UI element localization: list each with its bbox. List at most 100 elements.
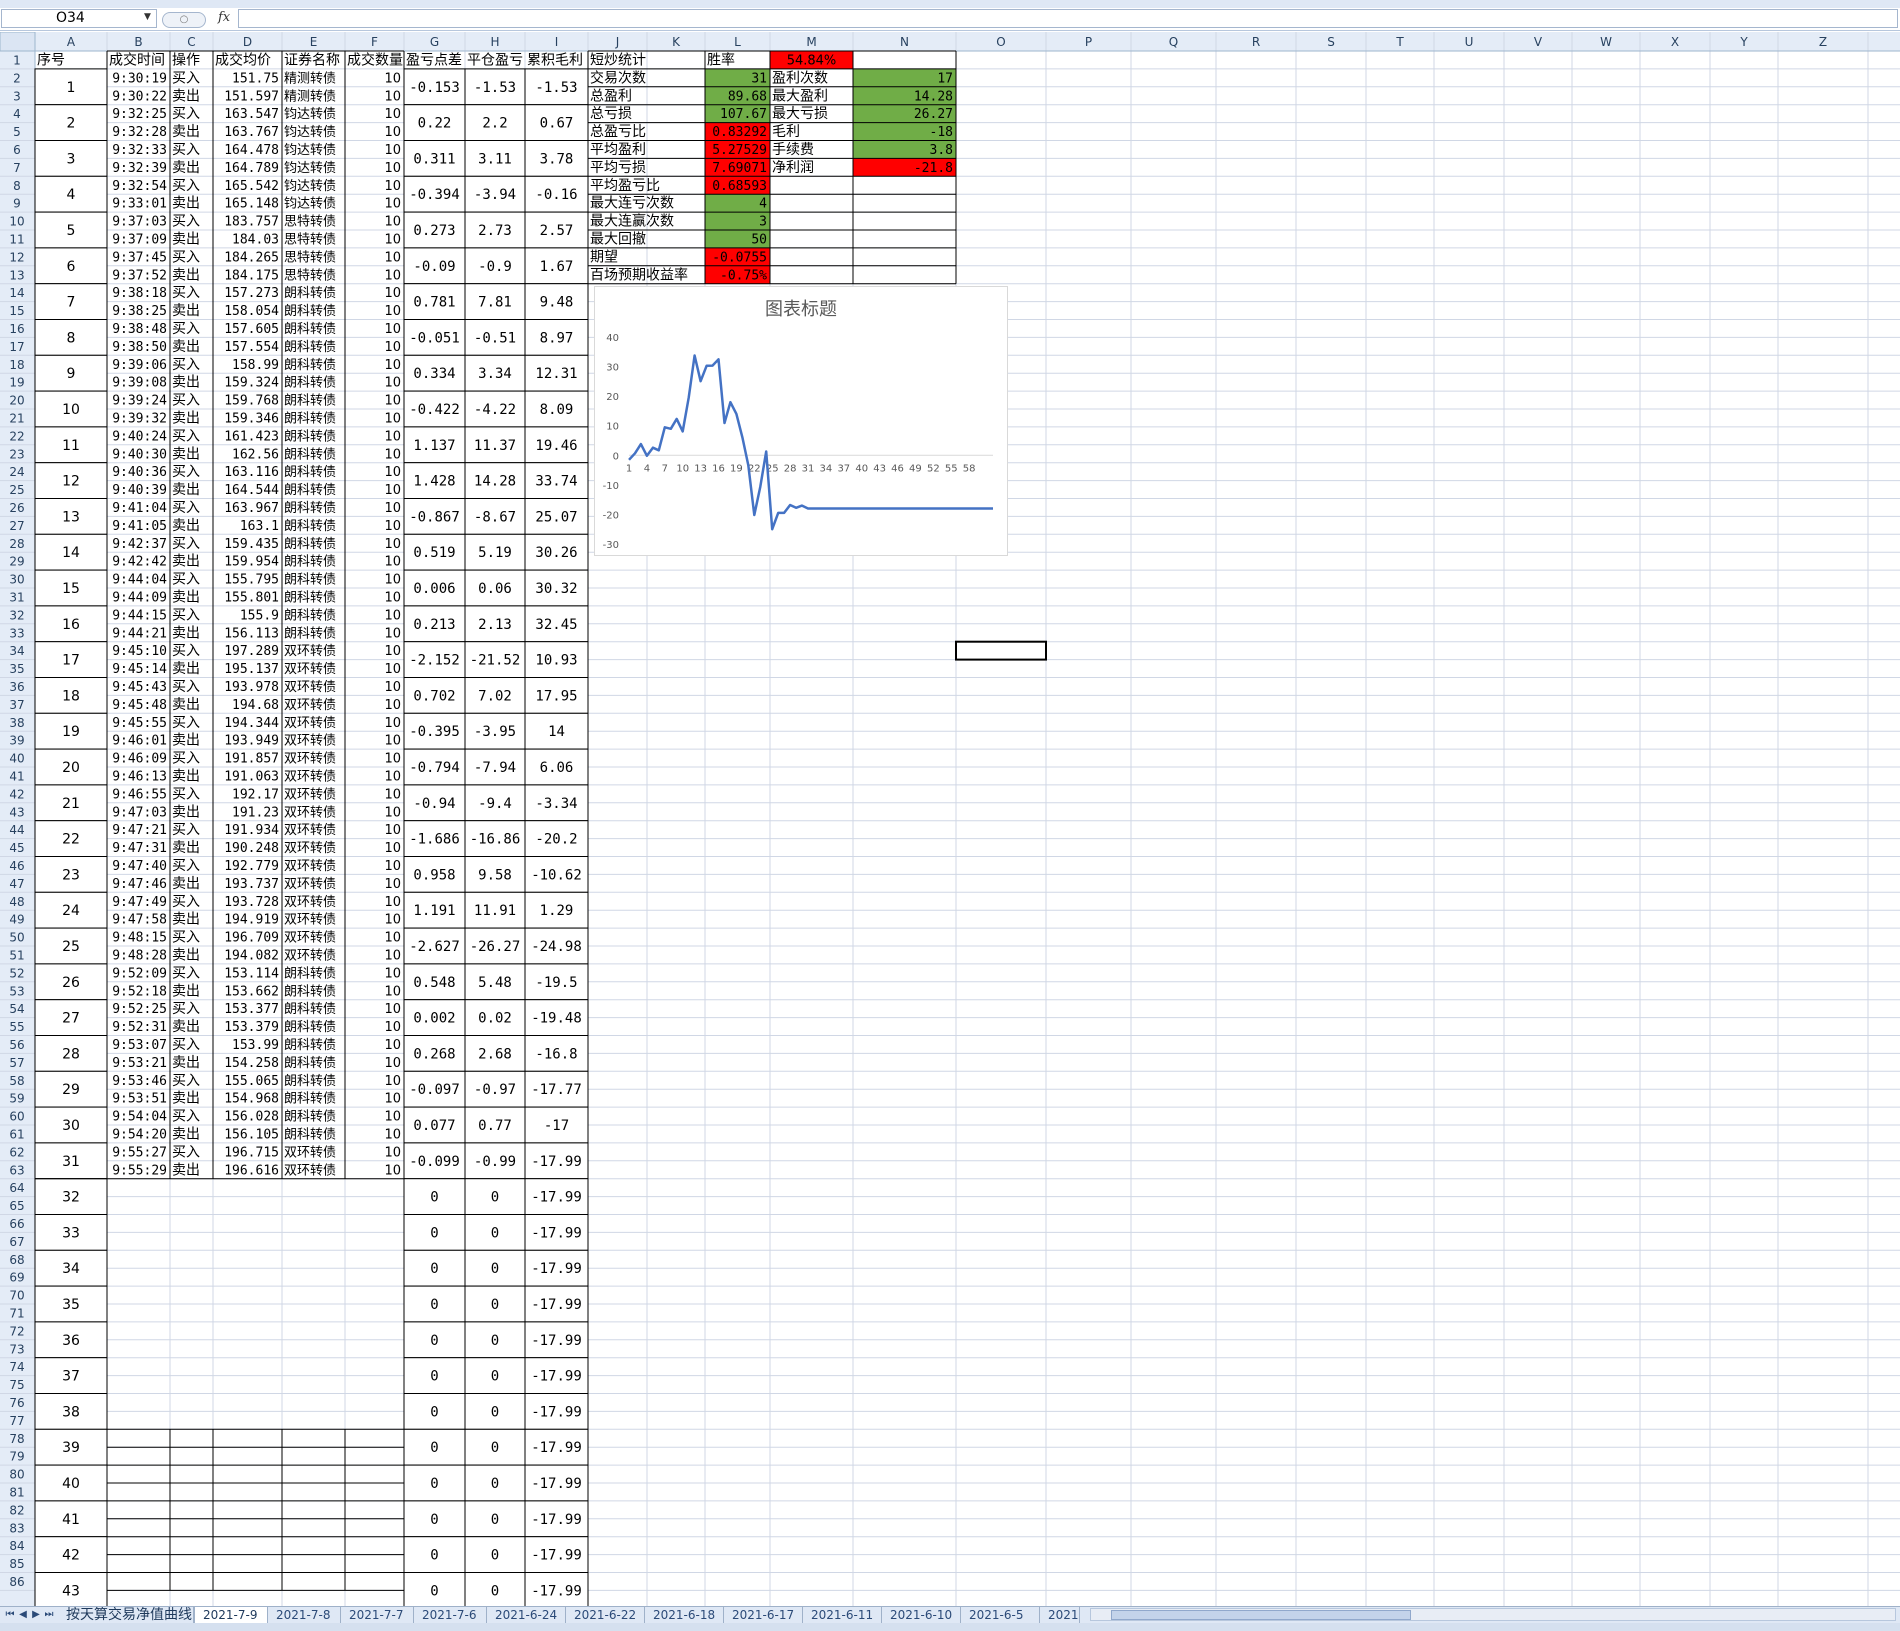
- price-cell: 158.99: [232, 358, 279, 373]
- tab-nav-button[interactable]: ▶: [30, 1608, 42, 1622]
- seq-cell: 38: [62, 1404, 80, 1420]
- action-cell: 卖出: [172, 804, 200, 820]
- close-pnl-cell: 0: [491, 1404, 499, 1420]
- action-cell: 卖出: [172, 1055, 200, 1071]
- security-cell: 朗科转债: [284, 519, 336, 534]
- spread-cell: 0.781: [413, 295, 455, 311]
- cum-profit-cell: 0.67: [540, 116, 574, 132]
- horizontal-scrollbar[interactable]: [1090, 1608, 1896, 1621]
- close-pnl-cell: 0: [491, 1440, 499, 1456]
- sheet-tab[interactable]: 2021-6-5: [961, 1607, 1040, 1623]
- x-tick-label: 58: [963, 463, 976, 474]
- stat-value: 5.27529: [712, 143, 767, 158]
- sheet-tab[interactable]: 2021-7-6: [414, 1607, 487, 1623]
- action-cell: 买入: [172, 1001, 200, 1017]
- row-header-31: 31: [9, 591, 24, 605]
- price-cell: 159.435: [224, 537, 279, 552]
- price-cell: 158.054: [224, 304, 279, 319]
- cum-profit-cell: -17.99: [531, 1512, 582, 1528]
- row-header-15: 15: [9, 304, 24, 318]
- worksheet-grid[interactable]: A B C D E F G H I J K L M N O P Q R S T U V W X Y Z12345678910111…: [0, 32, 1900, 1606]
- action-cell: 卖出: [172, 983, 200, 999]
- stat-value: -0.75%: [720, 268, 767, 283]
- spread-cell: -0.097: [409, 1082, 460, 1098]
- formula-input[interactable]: [238, 9, 1898, 28]
- action-cell: 买入: [172, 142, 200, 158]
- price-cell: 193.978: [224, 680, 279, 695]
- spread-cell: 0.958: [413, 867, 455, 883]
- row-header-33: 33: [9, 626, 24, 640]
- spread-cell: 1.137: [413, 438, 455, 454]
- sheet-tab[interactable]: 2021-6-24: [487, 1607, 566, 1623]
- column-header-A: A: [67, 35, 76, 49]
- cum-profit-cell: -17.99: [531, 1548, 582, 1564]
- time-cell: 9:54:04: [112, 1110, 167, 1125]
- y-tick-label: 10: [606, 422, 619, 433]
- qty-cell: 10: [384, 358, 401, 373]
- security-cell: 朗科转债: [284, 483, 336, 498]
- seq-cell: 28: [62, 1046, 80, 1062]
- stat-label: 平均盈亏比: [590, 178, 660, 194]
- column-header-B: B: [134, 35, 142, 49]
- fx-icon[interactable]: fx: [218, 10, 230, 25]
- cum-profit-cell: -17.99: [531, 1297, 582, 1313]
- security-cell: 双环转债: [284, 913, 336, 928]
- stat-label: 净利润: [772, 160, 814, 176]
- qty-cell: 10: [384, 1163, 401, 1178]
- sheet-tab[interactable]: 2021-6-17: [724, 1607, 803, 1623]
- cum-profit-cell: 30.26: [535, 545, 577, 561]
- tab-nav-button[interactable]: ◀: [17, 1608, 29, 1622]
- cum-profit-cell: 12.31: [535, 366, 577, 382]
- sheet-tab[interactable]: 2021-7-8: [268, 1607, 341, 1623]
- spread-cell: -0.09: [413, 259, 455, 275]
- seq-cell: 43: [62, 1583, 80, 1599]
- row-header-27: 27: [9, 519, 24, 533]
- seq-cell: 29: [62, 1082, 80, 1098]
- sheet-tab[interactable]: 2021-6-22: [566, 1607, 645, 1623]
- security-cell: 朗科转债: [284, 340, 336, 355]
- stat-label: 最大连赢次数: [590, 213, 674, 230]
- sheet-tab[interactable]: 2021-6-11: [803, 1607, 882, 1623]
- security-cell: 朗科转债: [284, 1038, 336, 1053]
- action-cell: 卖出: [172, 339, 200, 355]
- tab-nav-button[interactable]: ⏮: [4, 1608, 16, 1622]
- stat-value: 3.8: [930, 143, 953, 158]
- name-box[interactable]: O34: [1, 9, 157, 28]
- row-header-66: 66: [9, 1217, 24, 1231]
- qty-cell: 10: [384, 895, 401, 910]
- sheet-tab[interactable]: 按天算交易净值曲线: [58, 1607, 194, 1623]
- sheet-tab[interactable]: 2021-6-18: [645, 1607, 724, 1623]
- cum-profit-cell: 8.09: [540, 402, 574, 418]
- security-cell: 双环转债: [284, 644, 336, 659]
- stat-value: 26.27: [914, 107, 953, 122]
- row-header-63: 63: [9, 1163, 24, 1177]
- spread-cell: -0.153: [409, 80, 460, 96]
- sheet-tab[interactable]: 2021-6-10: [882, 1607, 961, 1623]
- sheet-tab[interactable]: 2021: [1040, 1607, 1080, 1623]
- time-cell: 9:39:32: [112, 412, 167, 427]
- time-cell: 9:45:55: [112, 716, 167, 731]
- row-header-32: 32: [9, 608, 24, 622]
- price-cell: 157.273: [224, 286, 279, 301]
- header-cell: 成交数量: [347, 52, 403, 69]
- action-cell: 买入: [172, 643, 200, 659]
- spread-cell: 0: [430, 1548, 438, 1564]
- row-header-84: 84: [9, 1539, 24, 1553]
- qty-cell: 10: [384, 626, 401, 641]
- seq-cell: 17: [62, 653, 80, 669]
- formula-zoom-button[interactable]: ○: [162, 12, 206, 28]
- security-cell: 双环转债: [284, 1145, 336, 1160]
- time-cell: 9:32:39: [112, 161, 167, 176]
- close-pnl-cell: -3.94: [474, 187, 516, 203]
- sheet-tab[interactable]: 2021-7-9: [194, 1607, 268, 1623]
- time-cell: 9:52:09: [112, 966, 167, 981]
- seq-cell: 2: [67, 116, 76, 132]
- scrollbar-thumb[interactable]: [1111, 1610, 1411, 1620]
- action-cell: 买入: [172, 786, 200, 802]
- time-cell: 9:38:50: [112, 340, 167, 355]
- sheet-tab[interactable]: 2021-7-7: [341, 1607, 414, 1623]
- line-chart[interactable]: 图表标题 40 30 20 10 0 -10 -20 -30 1 4 7 10 13 16 19 22 25 28 3…: [594, 286, 1008, 556]
- chevron-down-icon[interactable]: ▼: [144, 12, 151, 22]
- close-pnl-cell: 3.34: [478, 366, 512, 382]
- tab-nav-button[interactable]: ⏭: [43, 1608, 55, 1622]
